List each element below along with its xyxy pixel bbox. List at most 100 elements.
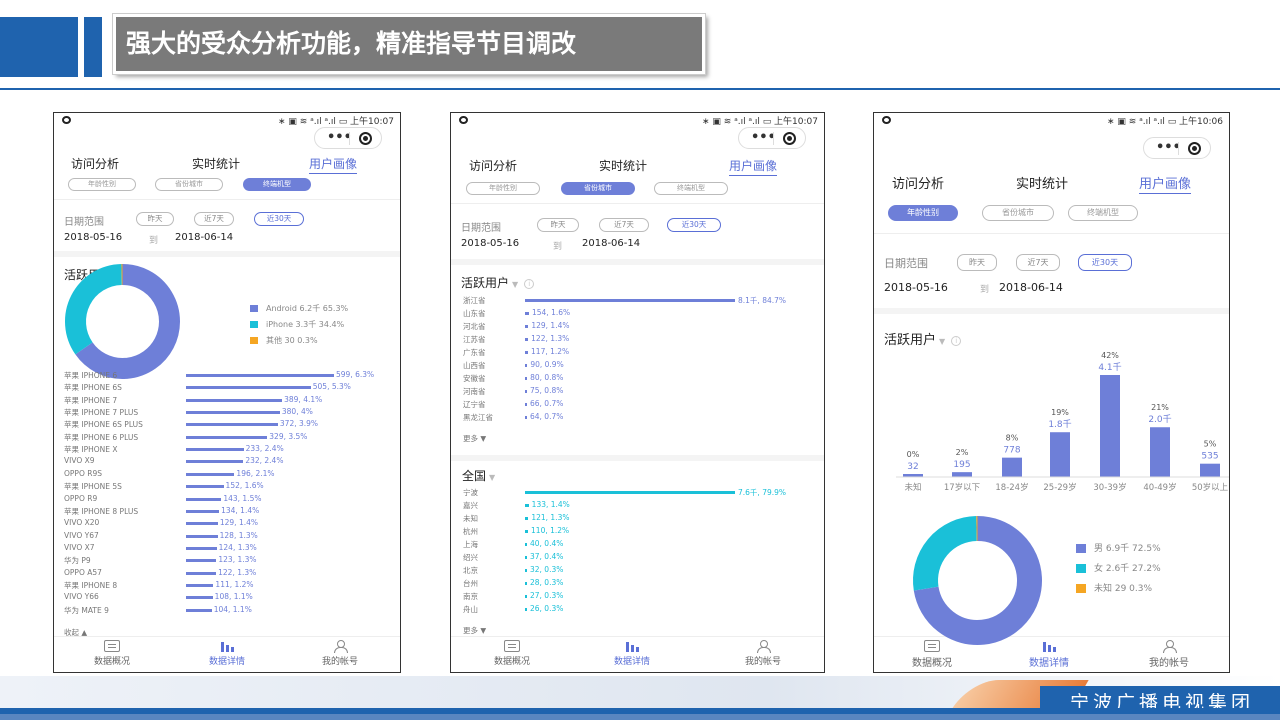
- subtab-age-gender[interactable]: 年龄性别: [466, 182, 540, 195]
- date-option-30days[interactable]: 近30天: [1078, 254, 1132, 271]
- device-row-label: VIVO Y67: [64, 530, 99, 540]
- section-active-users[interactable]: 活跃用户 ▼ i: [461, 274, 535, 291]
- device-row-bar: [186, 497, 222, 501]
- device-row-bar: [186, 472, 235, 476]
- tab-user-profile[interactable]: 用户画像: [309, 155, 358, 174]
- close-target-icon[interactable]: [1188, 142, 1201, 155]
- city-row-value: 37, 0.4%: [530, 552, 564, 561]
- device-row-bar: [186, 583, 214, 587]
- device-row-value: 505, 5.3%: [312, 382, 351, 392]
- legend-label: iPhone 3.3千 34.4%: [266, 320, 345, 329]
- city-row-value: 110, 1.2%: [531, 526, 570, 535]
- subtab-device-model[interactable]: 终端机型: [1068, 205, 1138, 221]
- province-row-bar: [525, 377, 528, 380]
- bar-glyph: [626, 642, 629, 652]
- tab-user-profile[interactable]: 用户画像: [729, 157, 778, 176]
- date-option-30days[interactable]: 近30天: [254, 212, 304, 226]
- city-row-label: 绍兴: [463, 553, 478, 562]
- device-row-bar: [186, 398, 283, 402]
- city-row-bar: [525, 595, 527, 598]
- device-row-value: 143, 1.5%: [223, 493, 262, 503]
- gender-donut-chart: [912, 515, 1042, 645]
- device-row-bar: [186, 546, 217, 550]
- subtab-device-model[interactable]: 终端机型: [243, 178, 311, 191]
- nav-label: 数据概况: [493, 657, 530, 667]
- tab-realtime-stats[interactable]: 实时统计: [1016, 173, 1068, 192]
- city-row-bar: [525, 517, 529, 520]
- date-range-label: 日期范围: [884, 257, 928, 270]
- date-option-yesterday[interactable]: 昨天: [537, 218, 579, 232]
- tab-visit-analysis[interactable]: 访问分析: [469, 157, 517, 174]
- subtab-device-model[interactable]: 终端机型: [654, 182, 728, 195]
- date-option-7days[interactable]: 近7天: [1016, 254, 1060, 271]
- legend-item: 未知 29 0.3%: [1076, 581, 1152, 594]
- tab-realtime-stats[interactable]: 实时统计: [192, 155, 240, 172]
- tab-visit-analysis[interactable]: 访问分析: [892, 173, 944, 192]
- device-row-value: 599, 6.3%: [336, 370, 375, 379]
- date-option-yesterday[interactable]: 昨天: [136, 212, 174, 226]
- section-title: 活跃用户: [461, 276, 510, 290]
- more-provinces-link[interactable]: 更多 ▼: [463, 433, 486, 444]
- subtab-province-city[interactable]: 省份城市: [982, 205, 1054, 221]
- date-option-7days[interactable]: 近7天: [194, 212, 234, 226]
- divider: [874, 233, 1229, 234]
- device-row-label: VIVO X7: [64, 542, 95, 552]
- subtab-age-gender[interactable]: 年龄性别: [888, 205, 958, 221]
- section-nationwide[interactable]: 全国 ▼: [462, 467, 495, 484]
- device-row-label: 苹果 IPHONE 6S PLUS: [64, 420, 143, 430]
- date-option-7days[interactable]: 近7天: [599, 218, 649, 232]
- close-target-icon[interactable]: [783, 132, 796, 145]
- nav-label: 数据概况: [93, 657, 130, 667]
- more-cities-link[interactable]: 更多 ▼: [463, 625, 486, 636]
- city-row-bar: [525, 556, 527, 559]
- nav-details[interactable]: 数据详情: [177, 637, 277, 667]
- mini-program-capsule[interactable]: •••: [1143, 137, 1211, 159]
- province-row-label: 河北省: [463, 322, 486, 331]
- collapse-link[interactable]: 收起 ▲: [64, 627, 87, 638]
- user-icon: [332, 640, 348, 653]
- phone-screen-2: ∗ ▣ ≋ ᵃ.ıl ᵃ.ıl ▭ 上午10:07 ••• 访问分析 实时统计 用户画像…: [450, 112, 825, 673]
- tab-visit-analysis[interactable]: 访问分析: [71, 155, 119, 172]
- device-row-value: 196, 2.1%: [236, 468, 275, 478]
- nav-overview[interactable]: 数据概况: [62, 637, 162, 667]
- subtab-age-gender[interactable]: 年龄性别: [68, 178, 136, 191]
- age-bar-percent: 2%: [956, 448, 969, 457]
- subtab-province-city[interactable]: 省份城市: [155, 178, 223, 191]
- donut-slice: [912, 515, 977, 591]
- nav-label: 数据详情: [1029, 658, 1069, 669]
- age-bar: [952, 472, 972, 477]
- date-separator: 到: [149, 236, 159, 246]
- mini-program-capsule[interactable]: •••: [738, 127, 806, 149]
- nav-overview[interactable]: 数据概况: [462, 637, 562, 667]
- nav-account[interactable]: 我的帐号: [1119, 637, 1219, 669]
- age-category-label: 17岁以下: [944, 482, 981, 493]
- user-icon: [755, 640, 771, 653]
- header-accent-block: [0, 17, 78, 77]
- legend-item: 女 2.6千 27.2%: [1076, 561, 1161, 574]
- city-row-value: 32, 0.3%: [530, 565, 564, 574]
- date-option-yesterday[interactable]: 昨天: [957, 254, 997, 271]
- date-option-30days[interactable]: 近30天: [667, 218, 721, 232]
- tab-realtime-stats[interactable]: 实时统计: [599, 157, 647, 174]
- bar-glyph: [636, 647, 639, 652]
- tab-user-profile[interactable]: 用户画像: [1139, 173, 1192, 194]
- age-bar-percent: 0%: [907, 450, 920, 459]
- date-end: 2018-06-14: [582, 238, 641, 249]
- province-row-label: 辽宁省: [463, 400, 486, 409]
- mini-program-capsule[interactable]: •••: [314, 127, 382, 149]
- nav-account[interactable]: 我的帐号: [290, 637, 390, 667]
- province-row-label: 河南省: [463, 387, 486, 396]
- city-row-label: 宁波: [463, 488, 478, 497]
- subtab-province-city[interactable]: 省份城市: [561, 182, 635, 195]
- age-category-label: 未知: [904, 482, 921, 493]
- date-range-label: 日期范围: [64, 217, 104, 228]
- city-row-bar: [525, 504, 529, 507]
- device-row-bar: [186, 448, 244, 452]
- bar-glyph: [1048, 645, 1051, 652]
- close-target-icon[interactable]: [359, 132, 372, 145]
- age-bar-percent: 5%: [1204, 440, 1217, 449]
- nav-details[interactable]: 数据详情: [582, 637, 682, 667]
- city-row-label: 北京: [463, 566, 478, 575]
- date-start: 2018-05-16: [64, 232, 123, 243]
- nav-account[interactable]: 我的帐号: [713, 637, 813, 667]
